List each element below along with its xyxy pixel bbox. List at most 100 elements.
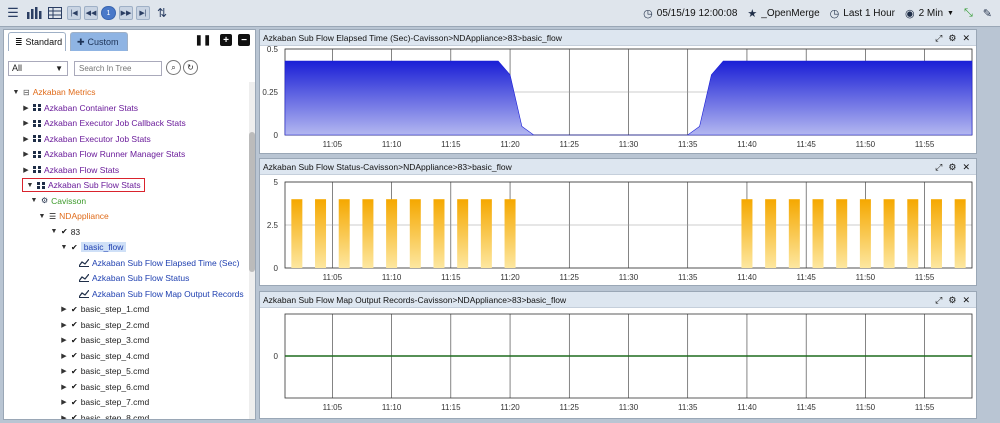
status-bar [930,199,942,268]
status-bar [907,199,919,268]
tree-scrollbar-thumb[interactable] [249,132,255,272]
favorite-selector[interactable]: ★ _OpenMerge [747,7,819,20]
tree-node[interactable]: ▶ Azkaban Flow Runner Manager Stats [22,147,185,161]
collapse-all-button[interactable]: − [238,34,250,46]
caret-down-icon[interactable]: ▼ [38,213,46,220]
gear-icon[interactable]: ⚙ [948,159,956,175]
refresh-button[interactable]: ↻ [183,60,198,75]
caret-right-icon[interactable]: ▶ [60,352,68,360]
tree-node[interactable]: ▼ ⊟ Azkaban Metrics [12,85,96,99]
gear-icon: ⚙ [41,196,49,205]
expand-icon[interactable]: ⤢ [935,30,942,46]
duration-selector[interactable]: ◷ Last 1 Hour [830,7,895,20]
resize-button[interactable]: ⤡ [964,7,973,20]
expand-icon[interactable]: ⤢ [935,159,942,175]
tree-node[interactable]: ▶ Azkaban Container Stats [22,101,138,115]
tree-node[interactable]: ▼ ✔ basic_flow [60,240,127,254]
grid-icon [33,104,41,111]
tab-custom[interactable]: ✚ Custom [70,32,128,51]
next-page-button[interactable]: ▶▶ [119,6,133,20]
caret-right-icon[interactable]: ▶ [22,119,30,127]
status-bar [457,199,469,268]
table-view-icon[interactable] [46,4,64,22]
x-tick-label: 11:05 [323,403,343,412]
tree-node[interactable]: ▼ ⚙ Cavisson [30,194,87,208]
list-icon: ≣ [15,36,23,47]
previous-page-button[interactable]: ◀◀ [84,6,98,20]
check-icon: ✔ [71,413,78,419]
caret-right-icon[interactable]: ▶ [60,321,68,329]
tree-node[interactable]: ▼ ☰ NDAppliance [38,209,109,223]
caret-down-icon[interactable]: ▼ [30,197,38,204]
graph-icon [79,289,89,298]
x-tick-label: 11:55 [915,273,935,282]
tree-node[interactable]: ▶ ✔ basic_step_2.cmd [60,318,149,332]
x-tick-label: 11:35 [678,273,698,282]
page-scrollbar[interactable] [981,28,995,420]
caret-right-icon[interactable]: ▶ [60,398,68,406]
search-button[interactable]: ⌕ [166,60,181,75]
caret-down-icon[interactable]: ▼ [12,89,20,96]
caret-right-icon[interactable]: ▶ [22,166,30,174]
check-icon: ✔ [71,304,78,314]
tree-node[interactable]: Azkaban Sub Flow Elapsed Time (Sec) [68,256,239,270]
tree-node[interactable]: ▶ ✔ basic_step_3.cmd [60,333,149,347]
status-bar [433,199,445,268]
x-tick-label: 11:10 [382,273,402,282]
tree-search-input[interactable] [74,61,162,76]
caret-right-icon[interactable]: ▶ [60,383,68,391]
duration-text: Last 1 Hour [843,8,895,19]
filter-select[interactable]: All ▼ [8,61,68,76]
caret-right-icon[interactable]: ▶ [60,367,68,375]
close-icon[interactable]: ✕ [962,159,970,175]
tree-node[interactable]: ▼ Azkaban Sub Flow Stats [22,178,145,192]
status-bar [788,199,800,268]
tree-node[interactable]: ▶ ✔ basic_step_7.cmd [60,395,149,409]
tree-node[interactable]: ▶ ✔ basic_step_8.cmd [60,411,149,420]
caret-right-icon[interactable]: ▶ [22,150,30,158]
sort-icon[interactable]: ⇅ [153,4,171,22]
x-tick-label: 11:30 [619,273,639,282]
gear-icon[interactable]: ⚙ [948,292,956,308]
tree-node-label: Cavisson [51,195,87,206]
menu-icon[interactable]: ☰ [4,4,22,22]
close-icon[interactable]: ✕ [962,30,970,46]
tree-node[interactable]: ▶ Azkaban Executor Job Callback Stats [22,116,185,130]
tree-node[interactable]: ▶ ✔ basic_step_6.cmd [60,380,149,394]
dashboard-chart-icon[interactable] [25,4,43,22]
x-tick-label: 11:45 [796,403,816,412]
caret-down-icon[interactable]: ▼ [50,228,58,235]
last-page-button[interactable]: ▶| [136,6,150,20]
caret-right-icon[interactable]: ▶ [22,135,30,143]
tree-scrollbar[interactable] [249,82,255,419]
gear-icon[interactable]: ⚙ [948,30,956,46]
tree-node[interactable]: ▶ Azkaban Executor Job Stats [22,132,150,146]
tree-node[interactable]: ▶ ✔ basic_step_1.cmd [60,302,149,316]
tree-node[interactable]: Azkaban Sub Flow Map Output Records [68,287,244,301]
status-bar [741,199,753,268]
tree-node-label: basic_step_3.cmd [80,335,150,345]
interval-selector[interactable]: ◉ 2 Min ▼ [905,7,954,20]
caret-right-icon[interactable]: ▶ [60,305,68,313]
caret-right-icon[interactable]: ▶ [60,336,68,344]
tree-node[interactable]: ▶ Azkaban Flow Stats [22,163,119,177]
caret-right-icon[interactable]: ▶ [60,414,68,420]
tree-node[interactable]: Azkaban Sub Flow Status [68,271,189,285]
page-number[interactable]: 1 [101,6,116,20]
tree-node-label: basic_step_2.cmd [80,319,150,330]
grid-icon [33,150,41,158]
tree-node[interactable]: ▶ ✔ basic_step_4.cmd [60,349,149,363]
tree-node[interactable]: ▶ ✔ basic_step_5.cmd [60,364,149,378]
caret-down-icon[interactable]: ▼ [26,182,34,189]
caret-right-icon[interactable]: ▶ [22,104,30,112]
pin-button[interactable]: ✎ [983,7,992,20]
caret-down-icon[interactable]: ▼ [60,244,68,251]
first-page-button[interactable]: |◀ [67,6,81,20]
close-icon[interactable]: ✕ [962,292,970,308]
tab-standard[interactable]: ≣ Standard [8,32,66,51]
pause-button[interactable]: ❚❚ [195,34,212,46]
expand-icon[interactable]: ⤢ [935,292,942,308]
caret-down-icon: ▼ [55,64,63,73]
tree-node[interactable]: ▼ ✔ 83 [50,225,81,239]
expand-all-button[interactable]: + [220,34,232,46]
